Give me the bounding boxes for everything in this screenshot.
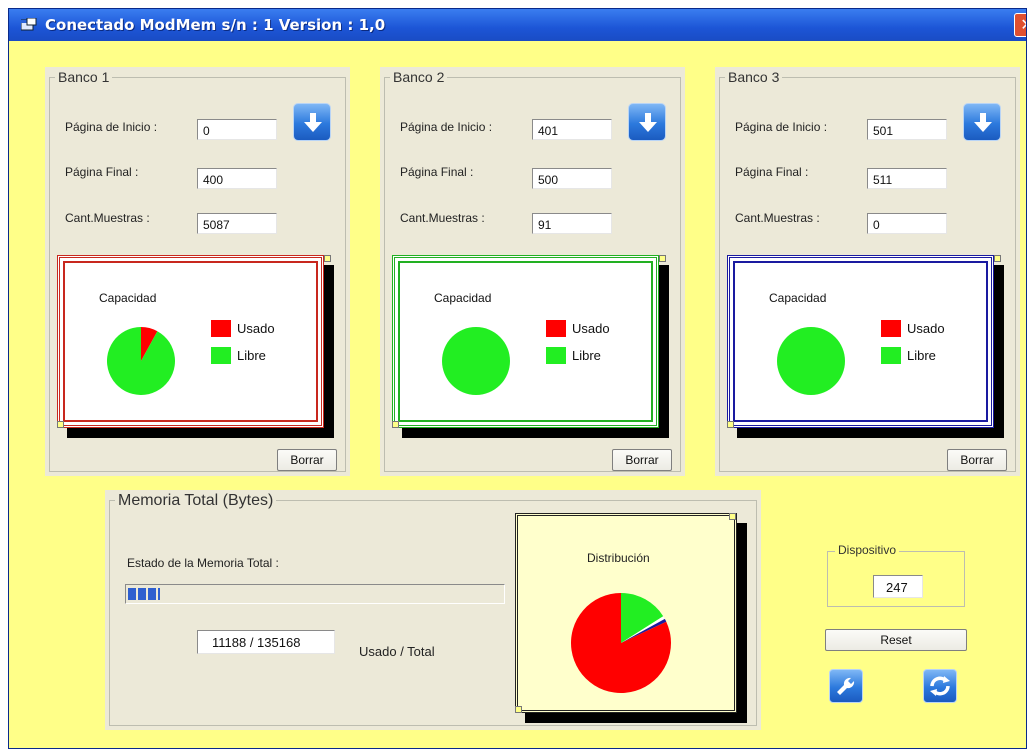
download-button[interactable]: [963, 103, 1001, 141]
capacity-chart: Capacidad Usado Libre: [57, 255, 334, 438]
distribution-pie: [571, 593, 671, 693]
legend-swatch-used: [546, 320, 566, 337]
settings-button[interactable]: [829, 669, 863, 703]
samples-field[interactable]: 91: [532, 213, 612, 234]
memory-total-label: Memoria Total (Bytes): [115, 492, 277, 510]
pie-slice-free: [107, 327, 175, 395]
distribution-title: Distribución: [587, 551, 650, 565]
capacity-chart: Capacidad Usado Libre: [727, 255, 1004, 438]
bank-label: Banco 2: [390, 69, 448, 85]
chart-corner-handle: [324, 255, 331, 262]
memory-progress-fill: [128, 588, 160, 600]
pie-slice-free: [777, 327, 845, 395]
pie-slice-free: [442, 327, 510, 395]
device-group: Dispositivo 247: [827, 541, 967, 607]
refresh-icon: [930, 676, 950, 696]
delete-button[interactable]: Borrar: [277, 449, 337, 471]
legend-label-free: Libre: [907, 348, 936, 363]
memory-usage-label: Usado / Total: [359, 644, 435, 659]
device-field[interactable]: 247: [873, 575, 923, 598]
start-page-field[interactable]: 0: [197, 119, 277, 140]
capacity-chart: Capacidad Usado Libre: [392, 255, 669, 438]
legend-label-used: Usado: [907, 321, 945, 336]
chart-title: Capacidad: [99, 291, 157, 305]
bank-group-3: Banco 3 Página de Inicio : 501 Página Final…: [715, 67, 1020, 476]
app-window: Conectado ModMem s/n : 1 Version : 1,0 ✕…: [8, 8, 1027, 749]
legend-swatch-free: [211, 347, 231, 364]
app-window-icon: [21, 18, 37, 31]
samples-label: Cant.Muestras :: [65, 211, 150, 225]
refresh-button[interactable]: [923, 669, 957, 703]
end-page-label: Página Final :: [400, 165, 474, 179]
capacity-pie: [777, 327, 845, 395]
chart-corner-handle: [515, 706, 522, 713]
delete-button[interactable]: Borrar: [947, 449, 1007, 471]
legend-label-used: Usado: [572, 321, 610, 336]
end-page-label: Página Final :: [65, 165, 139, 179]
capacity-pie: [107, 327, 175, 395]
chart-corner-handle: [392, 421, 399, 428]
distribution-chart: Distribución: [515, 513, 747, 723]
bank-group-2: Banco 2 Página de Inicio : 401 Página Final…: [380, 67, 685, 476]
legend-swatch-free: [881, 347, 901, 364]
start-page-field[interactable]: 401: [532, 119, 612, 140]
samples-field[interactable]: 5087: [197, 213, 277, 234]
end-page-field[interactable]: 511: [867, 168, 947, 189]
download-arrow-icon: [974, 113, 992, 132]
end-page-field[interactable]: 400: [197, 168, 277, 189]
legend-swatch-free: [546, 347, 566, 364]
chart-corner-handle: [994, 255, 1001, 262]
legend-label-used: Usado: [237, 321, 275, 336]
download-button[interactable]: [628, 103, 666, 141]
legend-label-free: Libre: [572, 348, 601, 363]
chart-corner-handle: [659, 255, 666, 262]
legend-swatch-used: [881, 320, 901, 337]
samples-field[interactable]: 0: [867, 213, 947, 234]
chart-corner-handle: [729, 513, 736, 520]
start-page-label: Página de Inicio :: [400, 120, 493, 134]
download-arrow-icon: [639, 113, 657, 132]
memory-usage-field[interactable]: 11188 / 135168: [197, 630, 335, 654]
capacity-pie: [442, 327, 510, 395]
legend-swatch-used: [211, 320, 231, 337]
chart-title: Capacidad: [434, 291, 492, 305]
bank-group-1: Banco 1 Página de Inicio : 0 Página Final :…: [45, 67, 350, 476]
memory-progress-bar: [125, 584, 505, 604]
reset-button[interactable]: Reset: [825, 629, 967, 651]
device-label: Dispositivo: [835, 543, 900, 557]
delete-button[interactable]: Borrar: [612, 449, 672, 471]
bank-label: Banco 1: [55, 69, 113, 85]
memory-status-label: Estado de la Memoria Total :: [127, 556, 279, 570]
download-arrow-icon: [304, 113, 322, 132]
bank-label: Banco 3: [725, 69, 783, 85]
end-page-field[interactable]: 500: [532, 168, 612, 189]
samples-label: Cant.Muestras :: [400, 211, 485, 225]
chart-corner-handle: [57, 421, 64, 428]
chart-corner-handle: [727, 421, 734, 428]
chart-title: Capacidad: [769, 291, 827, 305]
start-page-label: Página de Inicio :: [735, 120, 828, 134]
start-page-field[interactable]: 501: [867, 119, 947, 140]
start-page-label: Página de Inicio :: [65, 120, 158, 134]
end-page-label: Página Final :: [735, 165, 809, 179]
close-button[interactable]: ✕: [1014, 13, 1026, 37]
title-bar[interactable]: Conectado ModMem s/n : 1 Version : 1,0 ✕: [9, 9, 1026, 41]
download-button[interactable]: [293, 103, 331, 141]
wrench-icon: [837, 677, 855, 695]
window-title: Conectado ModMem s/n : 1 Version : 1,0: [45, 16, 386, 34]
legend-label-free: Libre: [237, 348, 266, 363]
samples-label: Cant.Muestras :: [735, 211, 820, 225]
